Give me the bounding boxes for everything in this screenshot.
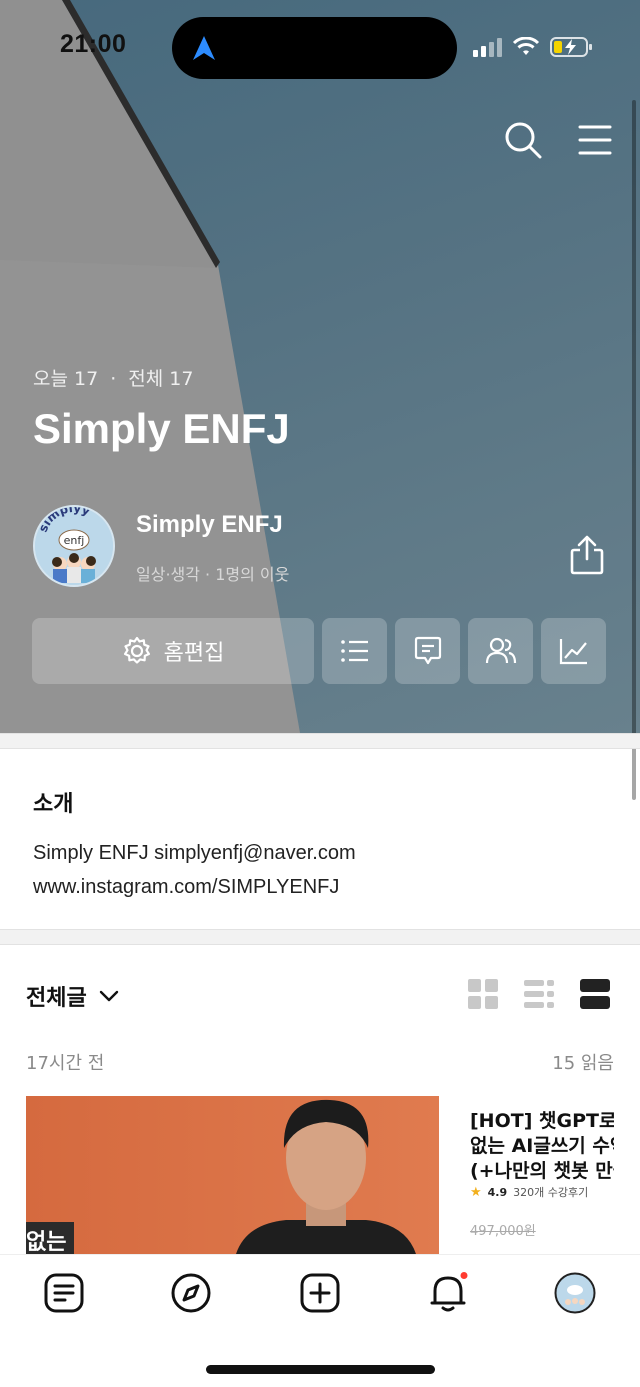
intro-text-line: Simply ENFJ simplyenfj@naver.com: [33, 842, 356, 864]
card-view-icon[interactable]: [580, 979, 610, 1009]
location-arrow-icon: [193, 36, 215, 60]
section-divider: [0, 929, 640, 945]
dynamic-island: [172, 17, 457, 79]
scrollbar[interactable]: [632, 100, 636, 800]
home-indicator[interactable]: [206, 1365, 435, 1374]
feed-icon[interactable]: [43, 1272, 85, 1314]
gear-icon: [123, 636, 150, 664]
owner-name[interactable]: Simply ENFJ: [136, 511, 283, 539]
post-filter-dropdown[interactable]: 전체글: [26, 980, 119, 1012]
ad-price: 497,000원: [470, 1224, 536, 1239]
post-read-count: 15 읽음: [552, 1053, 614, 1074]
list-view-icon[interactable]: [524, 979, 554, 1009]
notification-dot: [460, 1272, 468, 1279]
category-list-button[interactable]: [322, 618, 387, 684]
wifi-icon: [512, 37, 540, 55]
view-toggles: [468, 979, 610, 1009]
intro-link[interactable]: www.instagram.com/SIMPLYENFJ: [33, 876, 339, 899]
chart-icon: [559, 639, 587, 665]
add-post-icon[interactable]: [299, 1272, 341, 1314]
avatar[interactable]: simplyy enfj: [33, 505, 115, 587]
battery-icon: [550, 37, 592, 57]
star-icon: ★: [470, 1184, 482, 1200]
count-separator: ·: [110, 368, 117, 390]
ad-rating-value: 4.9: [487, 1185, 508, 1199]
signal-icon: [473, 38, 502, 57]
ad-title-line: (+나만의 챗봇 만들: [470, 1160, 614, 1182]
post-filter-label: 전체글: [26, 986, 87, 1011]
blog-title: Simply ENFJ: [33, 405, 290, 452]
ad-title-line: [HOT] 챗GPT로: [470, 1110, 614, 1132]
home-edit-button[interactable]: 홈편집: [32, 618, 314, 684]
bell-icon[interactable]: [427, 1272, 469, 1314]
menu-icon[interactable]: [576, 121, 614, 159]
comment-icon: [414, 636, 441, 665]
people-icon: [485, 637, 516, 664]
visitor-counts: 오늘 17 · 전체 17: [33, 364, 193, 391]
neighbors-button[interactable]: [468, 618, 533, 684]
comments-button[interactable]: [395, 618, 460, 684]
status-time: 21:00: [60, 30, 127, 58]
status-indicators: [472, 36, 594, 58]
owner-subtitle: 일상·생각 · 1명의 이웃: [136, 565, 290, 584]
today-count: 오늘 17: [33, 368, 99, 390]
blog-action-buttons: 홈편집: [32, 618, 606, 684]
top-actions: [504, 121, 614, 159]
post-thumbnail[interactable]: 없는 [HOT] 챗GPT로 없는 AI글쓰기 수익 (+나만의 챗봇 만들 ★…: [26, 1096, 614, 1254]
section-divider: [0, 733, 640, 749]
total-count: 전체 17: [128, 368, 194, 390]
ad-panel: [HOT] 챗GPT로 없는 AI글쓰기 수익 (+나만의 챗봇 만들 ★ 4.…: [439, 1096, 614, 1254]
profile-avatar[interactable]: [554, 1272, 596, 1314]
person-photo: [236, 1099, 416, 1254]
home-edit-label: 홈편집: [163, 641, 225, 666]
list-icon: [340, 640, 368, 662]
post-time: 17시간 전: [26, 1053, 105, 1074]
thumbnail-text-badge: 없는: [26, 1222, 75, 1254]
chevron-down-icon: [99, 990, 118, 1002]
search-icon[interactable]: [504, 121, 542, 159]
ad-title-line: 없는 AI글쓰기 수익: [470, 1135, 614, 1157]
avatar-illustration: simplyy enfj: [35, 507, 113, 585]
ad-rating: ★ 4.9 320개 수강후기: [470, 1184, 588, 1200]
intro-heading: 소개: [33, 792, 74, 817]
avatar-text: enfj: [64, 534, 85, 547]
share-icon[interactable]: [568, 535, 606, 575]
statistics-button[interactable]: [541, 618, 606, 684]
ad-review-count: 320개 수강후기: [513, 1186, 589, 1199]
grid-view-icon[interactable]: [468, 979, 498, 1009]
compass-icon[interactable]: [170, 1272, 212, 1314]
